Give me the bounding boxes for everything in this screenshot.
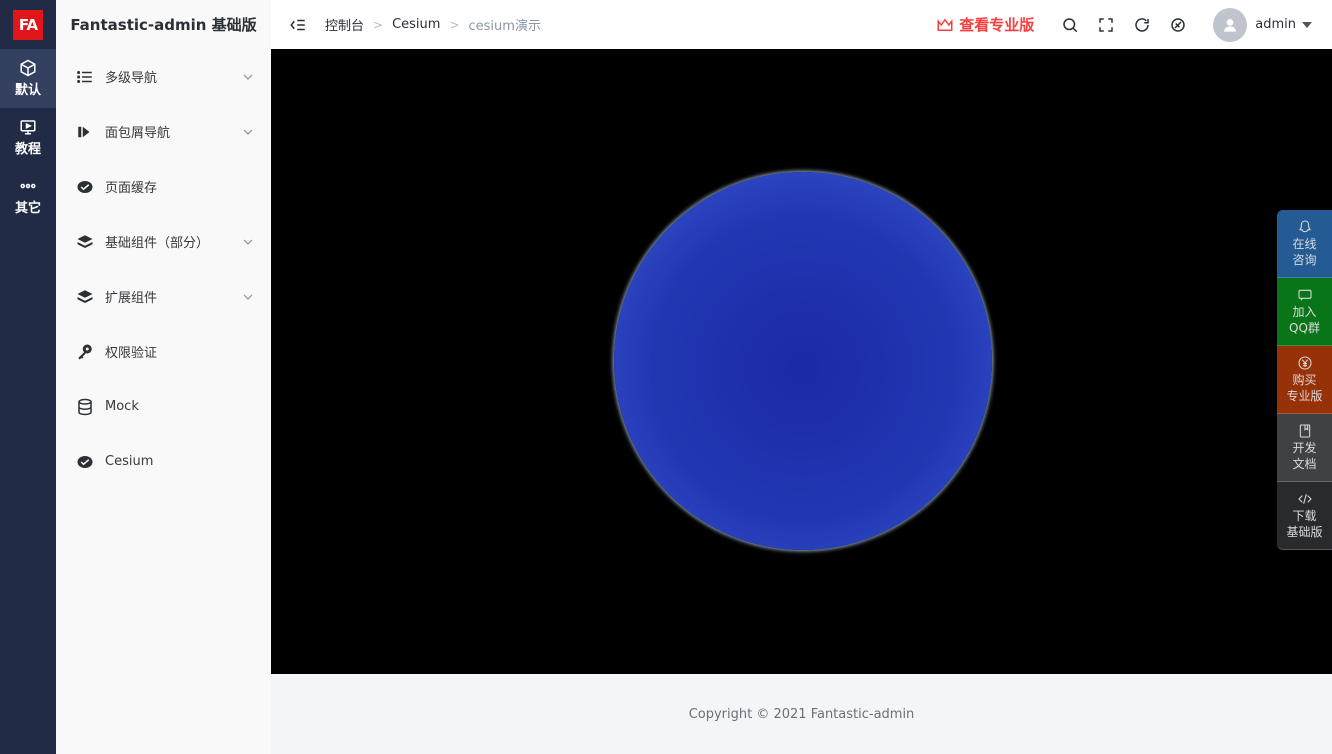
download-basic-button[interactable]: 下载 基础版 (1277, 482, 1332, 550)
float-label-1: 购买 (1292, 373, 1317, 387)
sidebar-item-extended-components[interactable]: 扩展组件 (56, 269, 271, 324)
header-actions: 查看专业版 admin (936, 0, 1332, 49)
breadcrumb-item-cesium[interactable]: Cesium (392, 17, 440, 32)
user-menu[interactable]: admin (1213, 7, 1312, 42)
key-icon (76, 343, 94, 361)
breadcrumb-separator-icon: > (373, 17, 384, 32)
username: admin (1255, 17, 1296, 32)
cesium-viewer[interactable] (271, 49, 1332, 674)
float-label-1: 加入 (1292, 305, 1317, 319)
caret-down-icon (1302, 21, 1312, 28)
buy-pro-button[interactable]: 购买 专业版 (1277, 346, 1332, 414)
code-icon (1297, 494, 1312, 504)
sidebar-item-page-cache[interactable]: 页面缓存 (56, 159, 271, 214)
top-header: 控制台 > Cesium > cesium演示 查看专业版 admin (271, 0, 1332, 49)
layers-icon (76, 288, 94, 306)
chevron-down-icon (243, 74, 253, 80)
float-label-2: 专业版 (1286, 389, 1323, 403)
sidebar-item-multilevel-nav[interactable]: 多级导航 (56, 49, 271, 104)
book-icon (1299, 424, 1310, 438)
rail-item-other[interactable]: 其它 (0, 167, 56, 226)
sidebar-item-label: 多级导航 (105, 71, 158, 86)
check-badge-icon (76, 453, 94, 471)
avatar (1213, 7, 1248, 42)
more-dots-icon (20, 183, 36, 189)
rail-item-label: 默认 (14, 83, 41, 98)
chevron-down-icon (243, 129, 253, 135)
float-label-1: 下载 (1292, 509, 1317, 523)
globe[interactable] (614, 172, 992, 550)
copyright-text: Copyright © 2021 Fantastic-admin (688, 706, 915, 722)
sidebar-item-label: Cesium (105, 454, 154, 469)
sidebar-item-label: 页面缓存 (105, 181, 158, 196)
user-icon (1224, 18, 1237, 32)
sidebar-item-mock[interactable]: Mock (56, 379, 271, 434)
refresh-icon[interactable] (1133, 16, 1151, 34)
float-label-2: 基础版 (1286, 525, 1323, 539)
check-badge-icon (76, 178, 94, 196)
chat-icon (1297, 289, 1312, 301)
main-rail: FA 默认 教程 其它 (0, 0, 56, 754)
float-label-1: 开发 (1292, 441, 1317, 455)
fullscreen-icon[interactable] (1097, 16, 1115, 34)
rail-item-label: 教程 (14, 142, 41, 157)
float-label-2: 文档 (1292, 457, 1317, 471)
chevron-down-icon (243, 294, 253, 300)
rail-item-label: 其它 (14, 201, 41, 216)
list-icon (76, 68, 94, 86)
cube-icon (20, 59, 36, 77)
breadcrumb-item-current: cesium演示 (468, 19, 541, 34)
view-pro-link[interactable]: 查看专业版 (936, 14, 1034, 35)
app-logo[interactable]: FA (0, 0, 56, 49)
forward-icon (76, 123, 94, 141)
float-label-1: 在线 (1292, 237, 1317, 251)
rail-item-default[interactable]: 默认 (0, 49, 56, 108)
footer: Copyright © 2021 Fantastic-admin (271, 674, 1332, 754)
collapse-sidebar-icon[interactable] (289, 16, 307, 34)
sidebar-item-label: Mock (105, 399, 139, 414)
chevron-down-icon (243, 239, 253, 245)
floating-action-strip: 在线 咨询 加入 QQ群 购买 专业版 开发 文档 下载 基础版 (1277, 210, 1332, 550)
yen-icon (1297, 356, 1312, 370)
float-label-2: 咨询 (1292, 253, 1317, 267)
dev-docs-button[interactable]: 开发 文档 (1277, 414, 1332, 482)
join-qq-group-button[interactable]: 加入 QQ群 (1277, 278, 1332, 346)
sidebar-item-cesium[interactable]: Cesium (56, 434, 271, 489)
online-consult-button[interactable]: 在线 咨询 (1277, 210, 1332, 278)
qq-icon (1298, 220, 1311, 233)
logo-mark: FA (13, 9, 43, 40)
layers-icon (76, 233, 94, 251)
rail-item-tutorial[interactable]: 教程 (0, 108, 56, 167)
monitor-play-icon (20, 120, 36, 135)
breadcrumb-item-dashboard[interactable]: 控制台 (325, 15, 364, 34)
sidebar-item-label: 权限验证 (105, 346, 158, 361)
sidebar-item-permission[interactable]: 权限验证 (56, 324, 271, 379)
database-icon (76, 398, 94, 416)
sidebar: Fantastic-admin 基础版 多级导航 面包屑导航 页面缓存 基础组件… (56, 0, 271, 754)
sidebar-item-basic-components[interactable]: 基础组件（部分） (56, 214, 271, 269)
view-pro-label: 查看专业版 (959, 16, 1035, 34)
sidebar-item-label: 面包屑导航 (105, 126, 171, 141)
sidebar-item-breadcrumb-nav[interactable]: 面包屑导航 (56, 104, 271, 159)
crown-icon (937, 17, 953, 31)
breadcrumb: 控制台 > Cesium > cesium演示 (325, 15, 541, 34)
float-label-2: QQ群 (1289, 321, 1320, 335)
breadcrumb-separator-icon: > (449, 17, 460, 32)
theme-icon[interactable] (1169, 16, 1187, 34)
search-icon[interactable] (1061, 16, 1079, 34)
sidebar-title: Fantastic-admin 基础版 (70, 16, 257, 34)
sidebar-item-label: 基础组件（部分） (105, 236, 210, 251)
sidebar-item-label: 扩展组件 (105, 291, 158, 306)
